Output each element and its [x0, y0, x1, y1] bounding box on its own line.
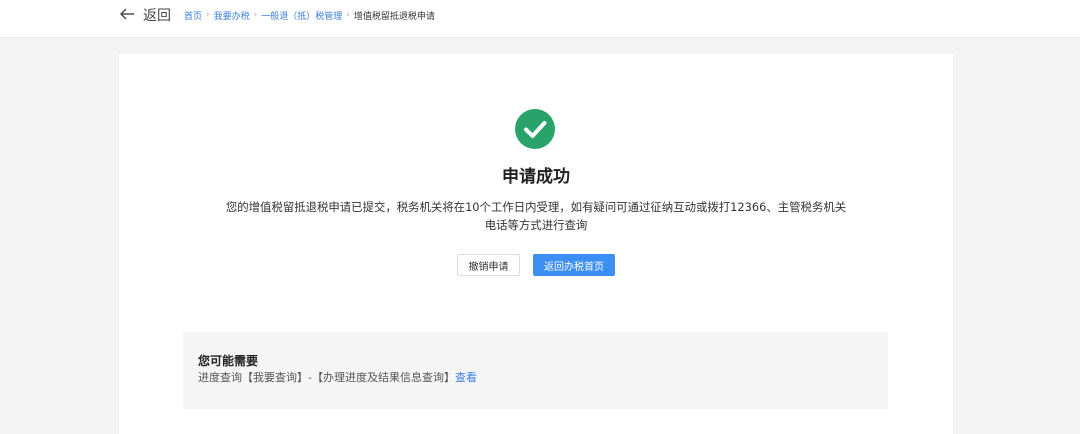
result-message: 您的增值税留抵退税申请已提交，税务机关将在10个工作日内受理，如有疑问可通过征纳… — [223, 198, 849, 234]
breadcrumb-separator: › — [206, 10, 210, 20]
breadcrumb: 首页 › 我要办税 › 一般退（抵）税管理 › 增值税留抵退税申请 — [184, 8, 435, 22]
top-bar: 返回 首页 › 我要办税 › 一般退（抵）税管理 › 增值税留抵退税申请 — [0, 0, 1080, 38]
view-link[interactable]: 查看 — [455, 371, 477, 384]
tips-panel: 您可能需要 进度查询【我要查询】-【办理进度及结果信息查询】查看 — [183, 332, 888, 409]
arrow-left-icon — [119, 4, 135, 29]
result-card: 申请成功 您的增值税留抵退税申请已提交，税务机关将在10个工作日内受理，如有疑问… — [119, 54, 953, 434]
breadcrumb-separator: › — [346, 10, 350, 20]
tips-title: 您可能需要 — [198, 354, 259, 368]
check-circle-icon — [515, 109, 555, 149]
breadcrumb-current: 增值税留抵退税申请 — [353, 11, 435, 22]
breadcrumb-home[interactable]: 首页 — [184, 9, 202, 22]
result-title: 申请成功 — [502, 167, 570, 187]
tips-text-line: 进度查询【我要查询】-【办理进度及结果信息查询】查看 — [198, 370, 477, 386]
result-message-line: 电话等方式进行查询 — [484, 218, 588, 232]
breadcrumb-separator: › — [253, 10, 258, 20]
result-message-line: 您的增值税留抵退税申请已提交，税务机关将在10个工作日内受理，如有疑问可通过征纳… — [225, 200, 847, 214]
back-label: 返回 — [143, 8, 171, 24]
tips-text: 进度查询【我要查询】-【办理进度及结果信息查询】 — [198, 371, 455, 384]
return-home-button[interactable]: 返回办税首页 — [533, 254, 615, 276]
back-button[interactable]: 返回 — [119, 6, 171, 26]
cancel-application-button[interactable]: 撤销申请 — [457, 254, 520, 276]
breadcrumb-tax-services[interactable]: 我要办税 — [214, 9, 250, 22]
breadcrumb-refund-management[interactable]: 一般退（抵）税管理 — [261, 9, 342, 22]
